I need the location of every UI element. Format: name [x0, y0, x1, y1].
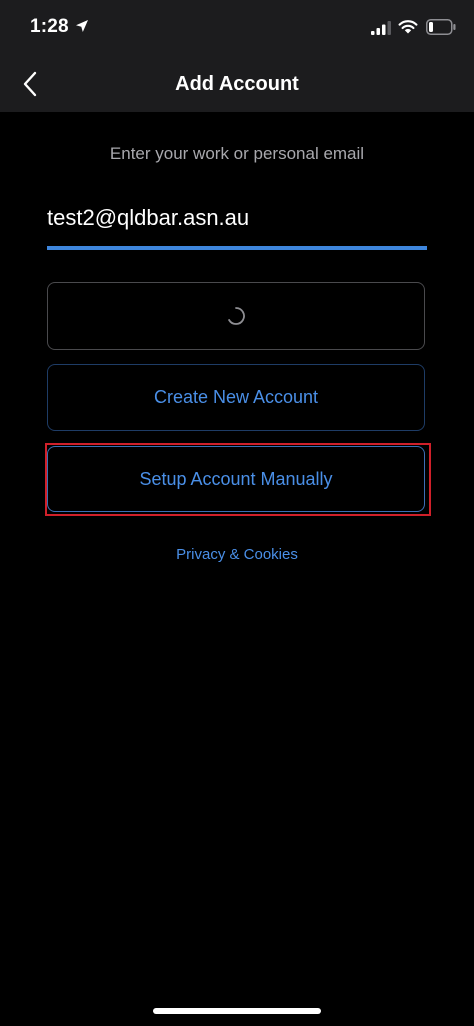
email-input[interactable] [47, 198, 427, 238]
home-indicator[interactable] [153, 1008, 321, 1014]
create-new-account-button[interactable]: Create New Account [47, 364, 425, 431]
setup-account-manually-label: Setup Account Manually [139, 468, 333, 489]
wifi-icon [398, 20, 418, 34]
privacy-cookies-link[interactable]: Privacy & Cookies [0, 546, 474, 563]
create-new-account-label: Create New Account [153, 387, 319, 407]
back-button[interactable] [8, 62, 52, 106]
continue-button[interactable] [47, 282, 425, 350]
cellular-signal-icon [371, 21, 391, 35]
setup-account-manually-button[interactable]: Setup Account Manually [47, 446, 425, 512]
location-arrow-icon [76, 20, 88, 32]
chevron-left-icon [23, 71, 37, 97]
email-input-underline [47, 246, 427, 250]
page-title: Add Account [175, 73, 299, 95]
loading-spinner-icon [228, 307, 245, 325]
navigation-bar: Add Account [0, 56, 474, 112]
status-time: 1:28 [30, 16, 69, 37]
status-bar: 1:28 [0, 0, 474, 56]
email-prompt: Enter your work or personal email [109, 144, 365, 163]
battery-icon [426, 19, 456, 35]
